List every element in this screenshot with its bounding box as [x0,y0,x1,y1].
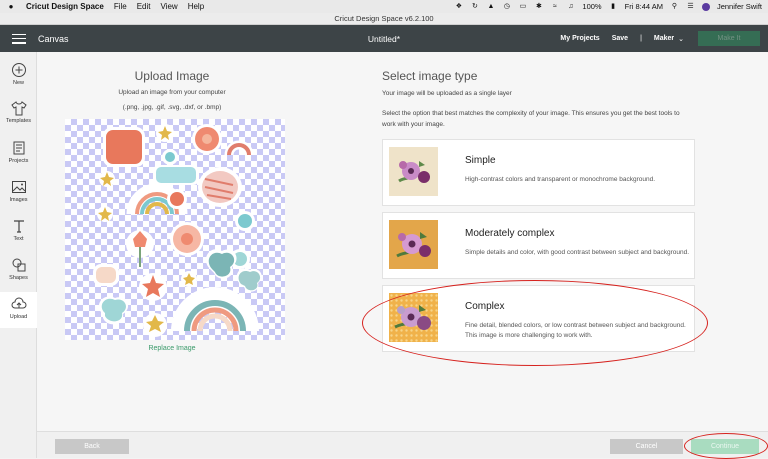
header-separator: | [640,35,642,42]
machine-selector[interactable]: Maker [654,35,674,42]
tool-shapes-label: Shapes [9,275,28,281]
tool-new[interactable]: New [0,62,37,86]
battery-icon: ▮ [611,2,616,10]
tool-images[interactable]: Images [0,179,37,203]
clock-icon[interactable]: ◷ [502,3,511,11]
bluetooth-icon[interactable]: ✱ [534,3,543,11]
option-moderate-title: Moderately complex [465,228,555,239]
upload-formats: (.png, .jpg, .gif, .svg, .dxf, or .bmp) [122,104,222,111]
image-type-title: Select image type [382,69,478,83]
dropbox-icon[interactable]: ❖ [454,3,463,11]
cricut-icon[interactable]: ▲ [486,3,495,11]
tool-shapes[interactable]: Shapes [0,257,37,281]
wifi-icon[interactable]: ≈ [550,3,559,11]
tool-templates-label: Templates [5,118,32,124]
annotation-ellipse-complex [362,280,708,366]
option-simple[interactable]: Simple High-contrast colors and transpar… [382,139,695,206]
plus-circle-icon [11,63,26,77]
save-link[interactable]: Save [612,35,628,42]
my-projects-link[interactable]: My Projects [560,35,599,42]
simple-thumbnail [389,147,438,196]
volume-icon[interactable]: ♫ [566,3,575,11]
tool-text-label: Text [13,236,24,242]
make-it-button[interactable]: Make It [698,31,760,46]
mac-menubar: ● Cricut Design Space File Edit View Hel… [0,0,768,13]
hamburger-menu-icon[interactable] [12,33,26,44]
image-type-description: Select the option that best matches the … [382,110,680,128]
tool-upload[interactable]: Upload [0,292,37,328]
shirt-icon [10,101,27,116]
annotation-ellipse-continue [684,433,768,459]
menu-edit[interactable]: Edit [137,2,151,11]
image-preview [65,119,285,340]
menu-file[interactable]: File [114,2,127,11]
dialog-footer: Back Cancel Continue [37,431,768,459]
menu-list-icon[interactable]: ☰ [686,3,695,11]
cancel-button[interactable]: Cancel [610,439,683,454]
canvas-label: Canvas [38,33,69,44]
option-moderate-desc: Simple details and color, with good cont… [465,249,690,256]
tool-projects-label: Projects [8,158,29,164]
chevron-down-icon[interactable]: ⌄ [678,35,684,43]
spotlight-icon[interactable]: ⚲ [670,3,679,11]
image-icon [11,181,26,193]
option-simple-title: Simple [465,155,496,166]
back-button[interactable]: Back [55,439,129,454]
apple-icon[interactable]: ● [4,2,18,11]
option-simple-desc: High-contrast colors and transparent or … [465,176,656,183]
tool-projects[interactable]: Projects [0,140,37,164]
image-type-subtitle: Your image will be uploaded as a single … [382,90,512,97]
tool-new-label: New [12,80,24,86]
battery-percent[interactable]: 100% [582,2,601,11]
replace-image-link[interactable]: Replace Image [37,345,307,352]
tool-text[interactable]: Text [0,218,37,242]
shapes-icon [12,258,25,272]
left-toolbar: New Templates Projects Images Text Shape… [0,52,37,458]
upload-subtitle: Upload an image from your computer [118,89,226,96]
upload-dialog: Upload Image Upload an image from your c… [37,52,768,458]
upload-icon [11,297,26,309]
upload-title: Upload Image [134,69,210,83]
menu-app-name[interactable]: Cricut Design Space [26,2,104,11]
app-header: Canvas Untitled* My Projects Save | Make… [0,25,768,52]
menubar-clock[interactable]: Fri 8:44 AM [625,2,663,11]
sticker-sheet-illustration [93,124,262,337]
tool-images-label: Images [9,197,28,203]
tool-upload-label: Upload [9,314,28,320]
text-icon [13,220,24,233]
window-titlebar: Cricut Design Space v6.2.100 [0,13,768,25]
display-icon[interactable]: ▭ [518,3,527,11]
menu-help[interactable]: Help [188,2,204,11]
menubar-status: ❖ ↻ ▲ ◷ ▭ ✱ ≈ ♫ 100% ▮ Fri 8:44 AM ⚲ ☰ J… [454,0,762,13]
sync-icon[interactable]: ↻ [470,3,479,11]
user-avatar[interactable] [701,2,710,11]
tool-templates[interactable]: Templates [0,100,37,124]
moderate-thumbnail [389,220,438,269]
projects-icon [13,141,24,155]
option-moderately-complex[interactable]: Moderately complex Simple details and co… [382,212,695,279]
menubar-user[interactable]: Jennifer Swift [717,2,762,11]
menu-view[interactable]: View [161,2,178,11]
